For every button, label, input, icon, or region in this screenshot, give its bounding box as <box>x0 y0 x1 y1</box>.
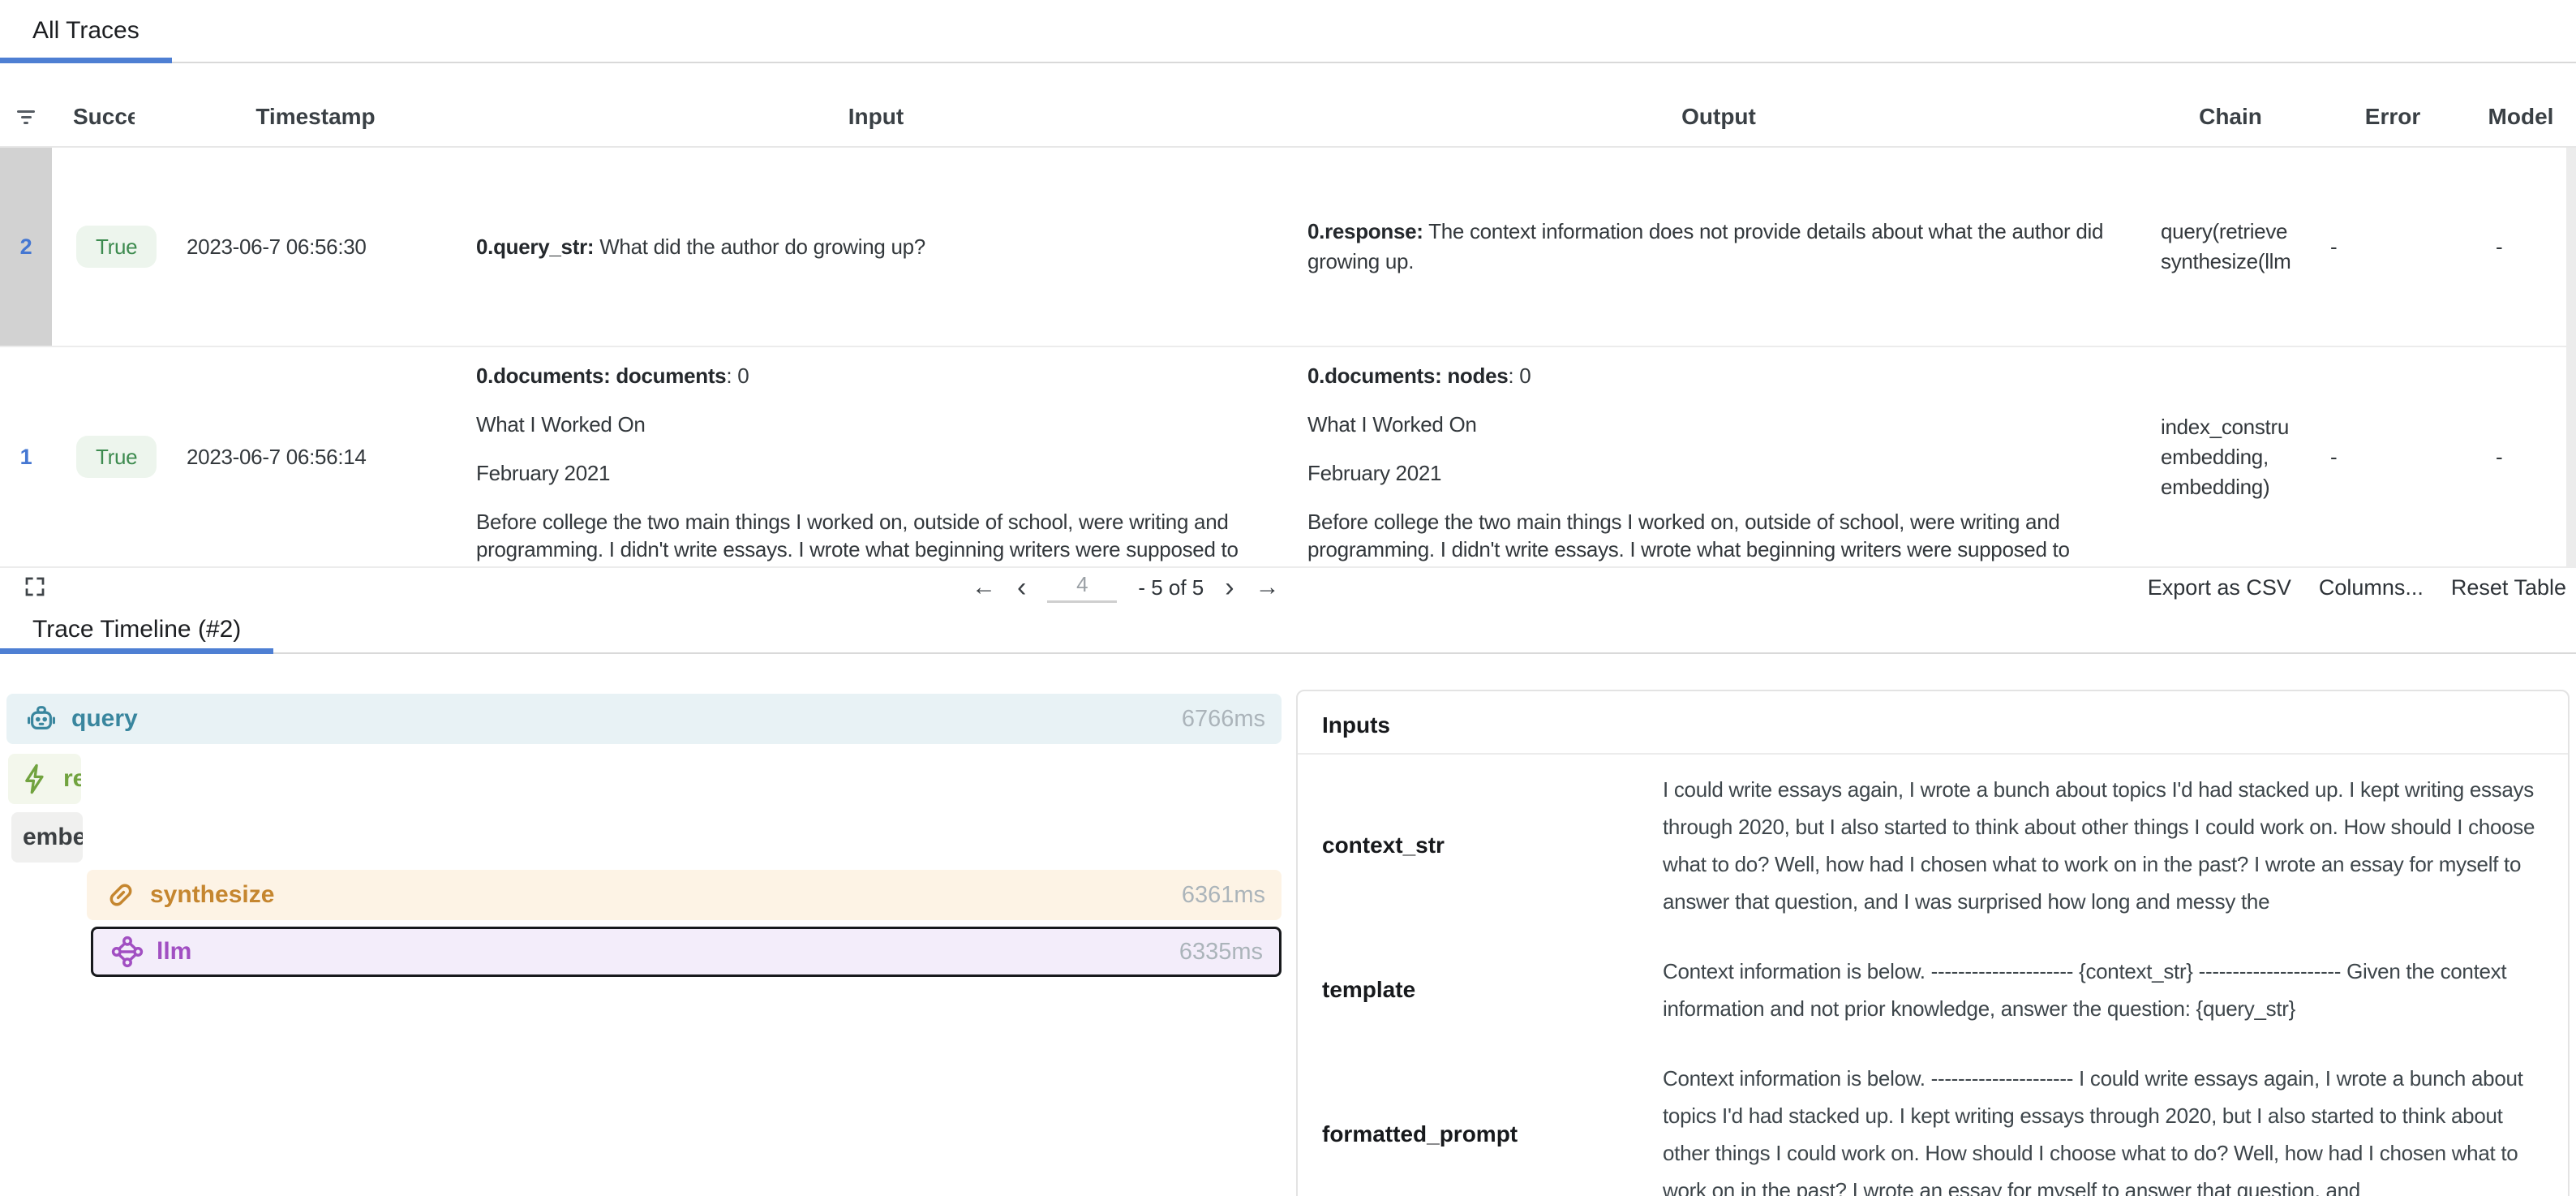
table-footer-bar: ← ‹ - 5 of 5 › → Export as CSV Columns..… <box>0 568 2576 607</box>
column-header-rownum[interactable] <box>0 107 52 127</box>
tab-trace-timeline[interactable]: Trace Timeline (#2) <box>0 607 273 652</box>
table-actions: Export as CSV Columns... Reset Table <box>2148 568 2566 607</box>
span-bar-embedding[interactable]: embedding <box>11 812 83 863</box>
first-page-button[interactable]: ← <box>972 575 996 600</box>
input-cell: 0.documents: documents: 0 What I Worked … <box>456 347 1296 566</box>
table-header-row: Success Timestamp Input Output Chain Err… <box>0 88 2576 148</box>
tab-trace-timeline-label: Trace Timeline (#2) <box>32 616 241 643</box>
span-bar-query[interactable]: query 6766ms <box>6 694 1282 744</box>
input-field-row: formatted_prompt Context information is … <box>1298 1043 2568 1196</box>
span-bar-retrieve[interactable]: retrieve <box>8 754 81 804</box>
field-label: template <box>1322 977 1663 1003</box>
timestamp-cell: 2023-06-7 06:56:30 <box>175 148 456 346</box>
pagination-controls: ← ‹ - 5 of 5 › → <box>972 568 1280 607</box>
column-header-model[interactable]: Model <box>2466 104 2576 130</box>
column-header-timestamp[interactable]: Timestamp <box>175 104 456 130</box>
column-header-input[interactable]: Input <box>456 104 1296 130</box>
field-value: Context information is below. ----------… <box>1663 1060 2544 1196</box>
success-cell: True <box>52 148 175 346</box>
fullscreen-expand-icon[interactable] <box>23 574 47 599</box>
span-bar-synthesize[interactable]: synthesize 6361ms <box>87 870 1282 920</box>
output-cell: 0.documents: nodes: 0 What I Worked On F… <box>1296 347 2141 566</box>
inputs-panel-title: Inputs <box>1298 691 2568 755</box>
error-cell: - <box>2320 347 2466 566</box>
timestamp-cell: 2023-06-7 06:56:14 <box>175 347 456 566</box>
column-header-output[interactable]: Output <box>1296 104 2141 130</box>
table-row-trace-2[interactable]: 2 True 2023-06-7 06:56:30 0.query_str: W… <box>0 148 2576 347</box>
field-label: context_str <box>1322 832 1663 858</box>
previous-page-button[interactable]: ‹ <box>1017 574 1026 601</box>
column-header-error[interactable]: Error <box>2320 104 2466 130</box>
success-cell: True <box>52 347 175 566</box>
inputs-panel: Inputs context_str I could write essays … <box>1296 690 2570 1196</box>
timeline-tabbar: Trace Timeline (#2) <box>0 607 2576 654</box>
table-scrollbar[interactable] <box>2566 148 2576 568</box>
span-timeline: query 6766ms retrieve embedding synthesi… <box>6 654 1282 1196</box>
input-field-row: template Context information is below. -… <box>1298 936 2568 1043</box>
table-row-trace-1[interactable]: 1 True 2023-06-7 06:56:14 0.documents: d… <box>0 347 2576 568</box>
model-cell: - <box>2466 148 2576 346</box>
chain-cell: index_constru embedding, embedding) <box>2141 347 2320 566</box>
page-number-input[interactable] <box>1047 572 1117 603</box>
span-duration: 6361ms <box>1166 882 1265 909</box>
robot-icon <box>23 702 60 736</box>
tab-all-traces-label: All Traces <box>32 17 140 45</box>
status-badge: True <box>76 226 157 268</box>
lightning-bolt-icon <box>18 762 52 796</box>
output-cell: 0.response: The context information does… <box>1296 148 2141 346</box>
network-nodes-icon <box>109 933 145 970</box>
next-page-button[interactable]: › <box>1225 574 1234 601</box>
page-range-label: - 5 of 5 <box>1138 575 1204 600</box>
error-cell: - <box>2320 148 2466 346</box>
columns-button[interactable]: Columns... <box>2319 575 2424 600</box>
trace-detail-workspace: query 6766ms retrieve embedding synthesi… <box>0 654 2576 1196</box>
reset-table-button[interactable]: Reset Table <box>2451 575 2566 600</box>
span-duration: 6335ms <box>1163 939 1263 966</box>
field-value: Context information is below. ----------… <box>1663 953 2544 1027</box>
input-cell: 0.query_str: What did the author do grow… <box>456 148 1296 346</box>
input-field-row: context_str I could write essays again, … <box>1298 755 2568 936</box>
row-number-cell[interactable]: 2 <box>0 148 52 346</box>
column-header-success[interactable]: Success <box>52 104 175 130</box>
field-label: formatted_prompt <box>1322 1121 1663 1147</box>
span-bar-llm[interactable]: llm 6335ms <box>91 927 1282 977</box>
model-cell: - <box>2466 347 2576 566</box>
column-header-chain[interactable]: Chain <box>2141 104 2320 130</box>
export-csv-button[interactable]: Export as CSV <box>2148 575 2291 600</box>
span-duration: 6766ms <box>1166 706 1265 733</box>
status-badge: True <box>76 436 157 478</box>
row-number-cell[interactable]: 1 <box>0 347 52 566</box>
chain-cell: query(retrieve synthesize(llm <box>2141 148 2320 346</box>
traces-tabbar: All Traces <box>0 0 2576 63</box>
last-page-button[interactable]: → <box>1256 575 1280 600</box>
chain-link-icon <box>103 877 139 913</box>
field-value: I could write essays again, I wrote a bu… <box>1663 771 2544 920</box>
tab-all-traces[interactable]: All Traces <box>0 0 172 62</box>
filter-icon[interactable] <box>17 107 35 127</box>
